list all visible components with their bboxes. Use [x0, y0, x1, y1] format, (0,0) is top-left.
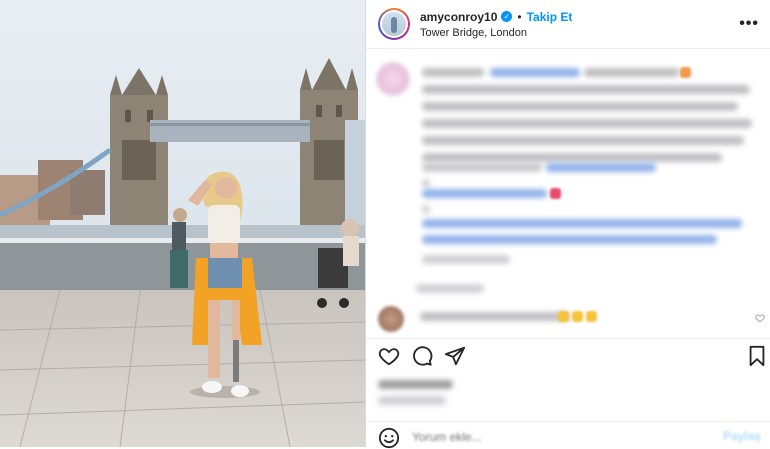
tower-bridge-photo [0, 0, 365, 447]
emoji [586, 311, 597, 322]
heart-small-icon[interactable] [755, 313, 765, 323]
emoji-icon[interactable] [378, 427, 400, 449]
caption-area [366, 56, 770, 296]
username-link[interactable]: amyconroy10 [420, 10, 497, 24]
header-text: amyconroy10 ✓ • Takip Et Tower Bridge, L… [420, 10, 739, 39]
avatar-border [380, 10, 408, 38]
blurred-text [422, 136, 744, 145]
blurred-hashtag[interactable] [546, 163, 656, 172]
blurred-dot [422, 179, 430, 188]
location-link[interactable]: Tower Bridge, London [420, 27, 739, 39]
caption-avatar[interactable] [376, 62, 410, 96]
emoji [572, 311, 583, 322]
share-comment-button[interactable]: Paylaş [723, 429, 761, 443]
blurred-text [584, 68, 679, 77]
post-photo[interactable] [0, 0, 365, 447]
post-side-panel: amyconroy10 ✓ • Takip Et Tower Bridge, L… [365, 0, 770, 449]
avatar-image [382, 12, 406, 36]
comment-composer: Paylaş [366, 421, 770, 449]
blurred-comment [420, 312, 570, 321]
commenter-avatar[interactable] [378, 306, 404, 332]
share-paper-plane-icon[interactable] [444, 345, 466, 367]
bookmark-icon[interactable] [746, 345, 768, 367]
blurred-hashtags[interactable] [422, 219, 742, 228]
blurred-text [422, 102, 738, 111]
comment-bubble-icon[interactable] [411, 345, 433, 367]
header-row: amyconroy10 ✓ • Takip Et [420, 10, 739, 24]
blurred-timestamp [422, 255, 510, 264]
emoji [550, 188, 561, 199]
comment-input[interactable] [412, 429, 702, 445]
blurred-text [422, 163, 542, 172]
follow-button[interactable]: Takip Et [527, 10, 573, 24]
blurred-text [422, 153, 722, 162]
blurred-post-date [378, 396, 446, 405]
heart-icon[interactable] [378, 345, 400, 367]
blurred-text [422, 68, 484, 77]
blurred-text [422, 85, 750, 94]
blurred-view-replies[interactable] [416, 284, 484, 293]
blurred-text [422, 119, 752, 128]
post-header: amyconroy10 ✓ • Takip Et Tower Bridge, L… [366, 0, 770, 49]
verified-check-icon: ✓ [501, 11, 513, 22]
blurred-dot [422, 205, 430, 214]
emoji [558, 311, 569, 322]
separator-dot: • [517, 9, 522, 24]
blurred-hashtags[interactable] [422, 235, 717, 244]
more-options-icon[interactable]: ••• [739, 15, 759, 33]
blurred-link[interactable] [490, 68, 580, 77]
action-bar [366, 338, 770, 371]
blurred-likes-count[interactable] [378, 380, 453, 389]
emoji [680, 67, 691, 78]
blurred-hashtag[interactable] [422, 189, 547, 198]
avatar[interactable] [378, 8, 410, 40]
